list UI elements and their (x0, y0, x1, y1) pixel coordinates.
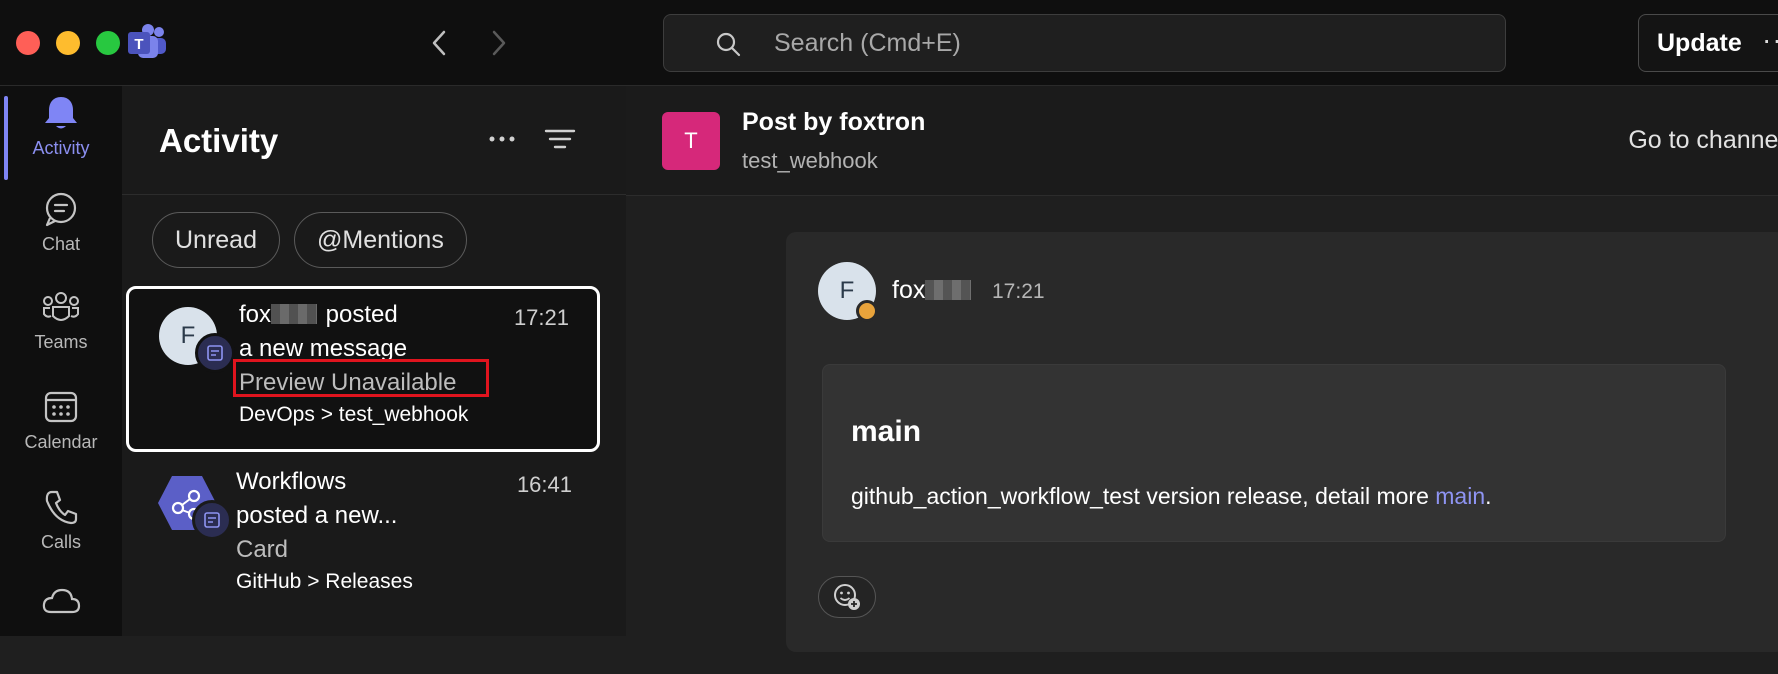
activity-action: posted (319, 301, 398, 328)
search-box[interactable] (663, 14, 1506, 72)
teams-icon (43, 292, 79, 321)
redacted-text (925, 280, 972, 300)
conversation-header: T Post by foxtron test_webhook Go to cha… (626, 86, 1778, 196)
adaptive-card: main github_action_workflow_test version… (822, 364, 1726, 542)
rail-label-activity: Activity (32, 138, 90, 158)
phone-icon (45, 490, 78, 525)
filter-chip-unread[interactable]: Unread (152, 212, 280, 268)
more-options-icon[interactable]: ·· (1762, 24, 1778, 56)
search-icon (716, 32, 741, 57)
rail-label-calendar: Calendar (24, 432, 98, 452)
message-card: F fox 17:21 main github_action_workflow_… (786, 232, 1778, 652)
title-bar: T Update ·· (0, 0, 1778, 86)
bell-icon (45, 97, 77, 129)
conversation-pane: T Post by foxtron test_webhook Go to cha… (626, 86, 1778, 652)
activity-item[interactable]: F fox posted 17:21 a new message Preview… (126, 286, 600, 452)
card-link[interactable]: main (1435, 483, 1485, 509)
timestamp: 17:21 (513, 305, 569, 330)
highlight-annotation (233, 359, 489, 397)
add-reaction-button[interactable] (818, 576, 876, 618)
filter-icon[interactable] (540, 124, 580, 154)
timestamp: 16:41 (516, 472, 572, 497)
svg-text:T: T (134, 36, 143, 53)
filter-chip-mentions[interactable]: @Mentions (294, 212, 467, 268)
activity-item-title: fox posted (239, 301, 398, 329)
redacted-text (271, 304, 318, 324)
channel-avatar: T (662, 112, 720, 170)
back-arrow-icon[interactable] (424, 26, 454, 60)
activity-pane: Activity Unread @Mentions F fox posted 1… (122, 86, 626, 636)
card-title: main (851, 415, 922, 448)
post-badge-icon (195, 333, 235, 373)
rail-label-chat: Chat (41, 234, 81, 254)
activity-preview: Card (236, 536, 289, 563)
calendar-icon (44, 391, 78, 423)
update-label: Update (1657, 29, 1742, 57)
rail-item-onedrive[interactable] (0, 578, 122, 674)
rail-label-calls: Calls (40, 532, 81, 552)
rail-item-chat[interactable]: Chat (0, 182, 122, 278)
rail-item-calendar[interactable]: Calendar (0, 380, 122, 476)
rail-item-activity[interactable]: Activity (0, 86, 122, 182)
forward-arrow-icon[interactable] (484, 26, 514, 60)
activity-item[interactable]: Workflows 16:41 posted a new... Card Git… (126, 456, 600, 622)
card-body-suffix: . (1485, 483, 1492, 509)
chat-icon (45, 192, 77, 227)
author-name: fox (239, 301, 272, 328)
divider (122, 194, 626, 195)
message-author[interactable]: fox (892, 276, 973, 305)
post-badge-icon (192, 500, 232, 540)
activity-location: GitHub > Releases (236, 570, 413, 593)
status-away-icon (856, 300, 878, 322)
rail-label-teams: Teams (34, 332, 88, 352)
card-body-text: github_action_workflow_test version rele… (851, 483, 1436, 509)
close-window-button[interactable] (16, 31, 40, 55)
activity-location: DevOps > test_webhook (239, 403, 469, 426)
zoom-window-button[interactable] (96, 31, 120, 55)
minimize-window-button[interactable] (56, 31, 80, 55)
rail-item-calls[interactable]: Calls (0, 480, 122, 576)
go-to-channel-link[interactable]: Go to channel (1628, 126, 1778, 155)
rail-item-teams[interactable]: Teams (0, 282, 122, 378)
search-input[interactable] (772, 25, 1472, 61)
post-title: Post by foxtron (742, 108, 926, 136)
channel-name: test_webhook (742, 148, 878, 173)
activity-item-subtitle: posted a new... (236, 502, 398, 529)
teams-logo-icon: T (128, 24, 166, 58)
more-options-icon[interactable] (482, 124, 522, 154)
emoji-add-icon (834, 584, 860, 610)
app-rail: Activity Chat Teams Calendar Calls (0, 86, 122, 636)
author-name: fox (892, 276, 926, 304)
author-name: Workflows (236, 468, 347, 495)
update-button[interactable]: Update (1638, 14, 1778, 72)
active-indicator (4, 96, 8, 180)
activity-title: Activity (159, 122, 279, 159)
card-body: github_action_workflow_test version rele… (851, 483, 1492, 510)
cloud-icon (42, 588, 81, 614)
message-timestamp: 17:21 (992, 280, 1045, 303)
